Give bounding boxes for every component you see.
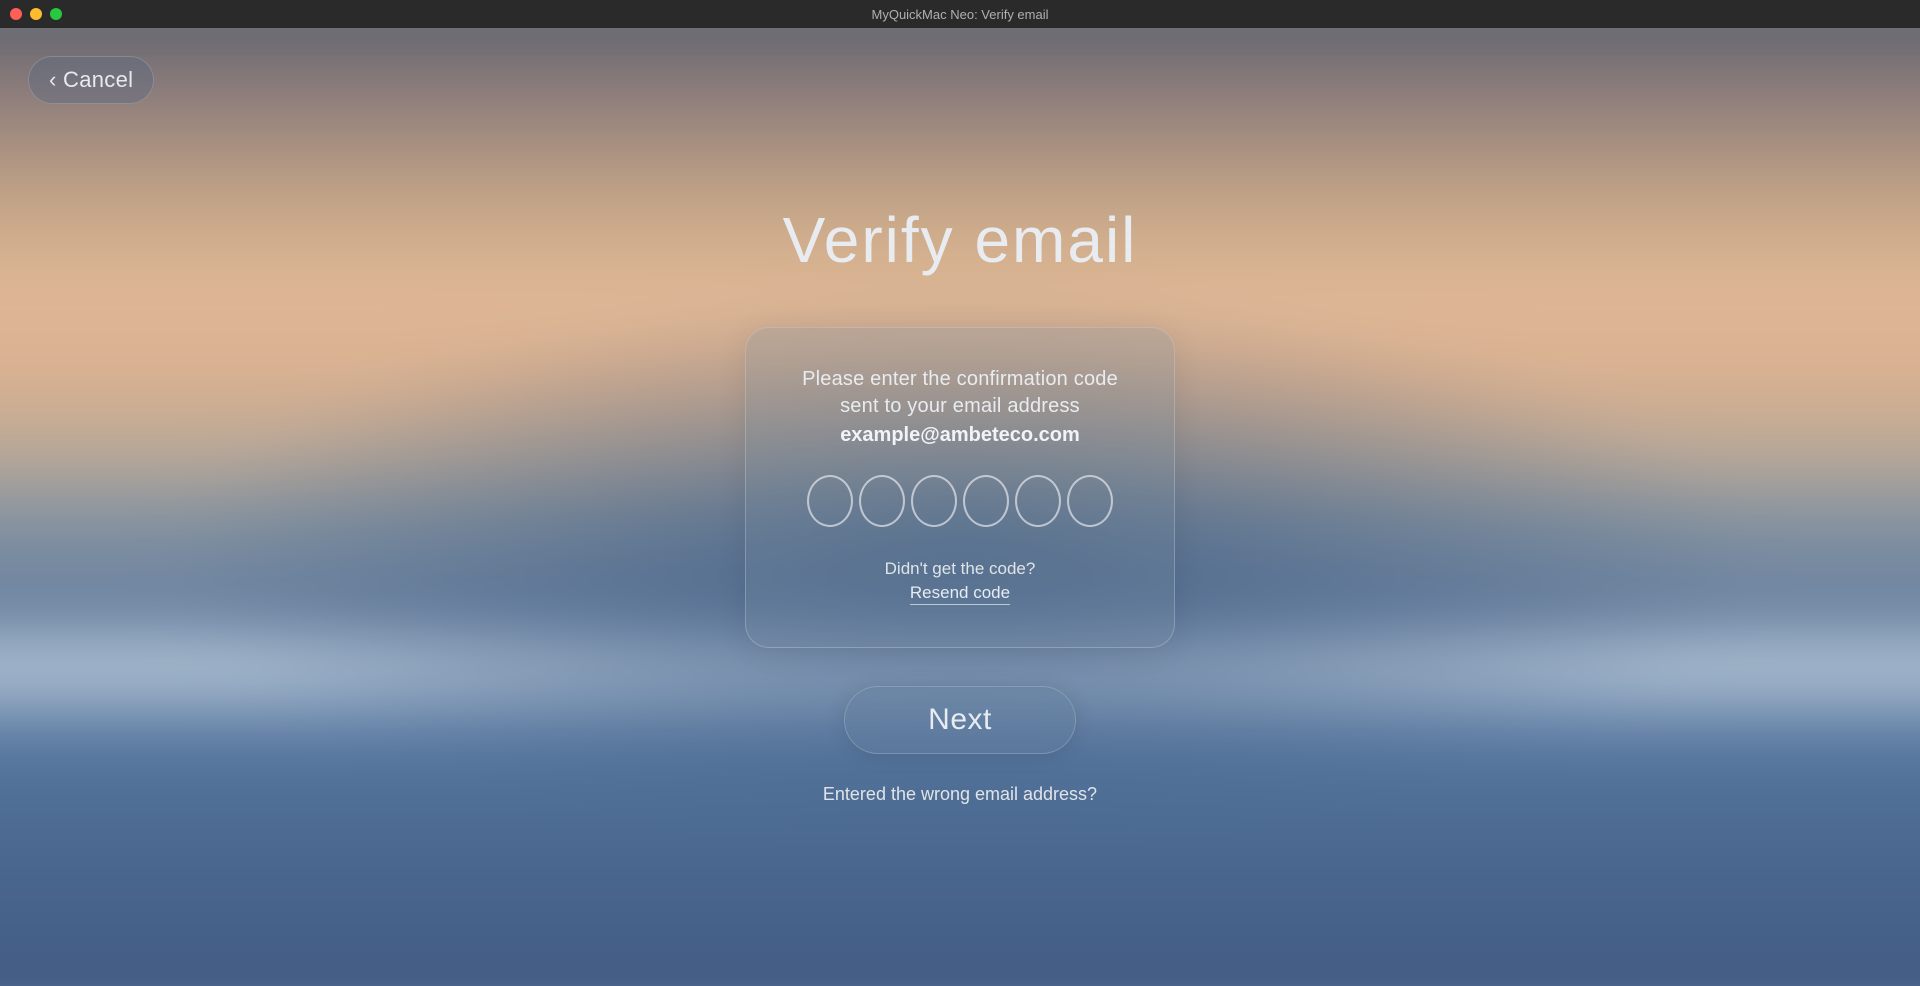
code-digit-4[interactable]: [963, 475, 1009, 527]
instruction-line-1: Please enter the confirmation code: [802, 368, 1118, 390]
traffic-lights: [10, 8, 62, 20]
code-inputs: [807, 475, 1113, 527]
code-digit-3[interactable]: [911, 475, 957, 527]
code-digit-6[interactable]: [1067, 475, 1113, 527]
code-digit-2[interactable]: [859, 475, 905, 527]
page-title: Verify email: [783, 203, 1138, 277]
email-address: example@ambeteco.com: [840, 424, 1080, 447]
code-digit-1[interactable]: [807, 475, 853, 527]
instruction-text: Please enter the confirmation code sent …: [802, 366, 1118, 420]
resend-code-link[interactable]: Resend code: [910, 583, 1010, 605]
minimize-window-button[interactable]: [30, 8, 42, 20]
instruction-line-2: sent to your email address: [840, 395, 1080, 417]
code-digit-5[interactable]: [1015, 475, 1061, 527]
wrong-email-link[interactable]: Entered the wrong email address?: [823, 784, 1097, 805]
didnt-get-code-text: Didn't get the code?: [885, 559, 1036, 579]
content-area: ‹ Cancel Verify email Please enter the c…: [0, 28, 1920, 986]
maximize-window-button[interactable]: [50, 8, 62, 20]
next-button[interactable]: Next: [844, 686, 1076, 754]
titlebar: MyQuickMac Neo: Verify email: [0, 0, 1920, 28]
main-container: Verify email Please enter the confirmati…: [0, 28, 1920, 986]
verification-card: Please enter the confirmation code sent …: [745, 327, 1175, 648]
window-title: MyQuickMac Neo: Verify email: [872, 7, 1049, 22]
close-window-button[interactable]: [10, 8, 22, 20]
